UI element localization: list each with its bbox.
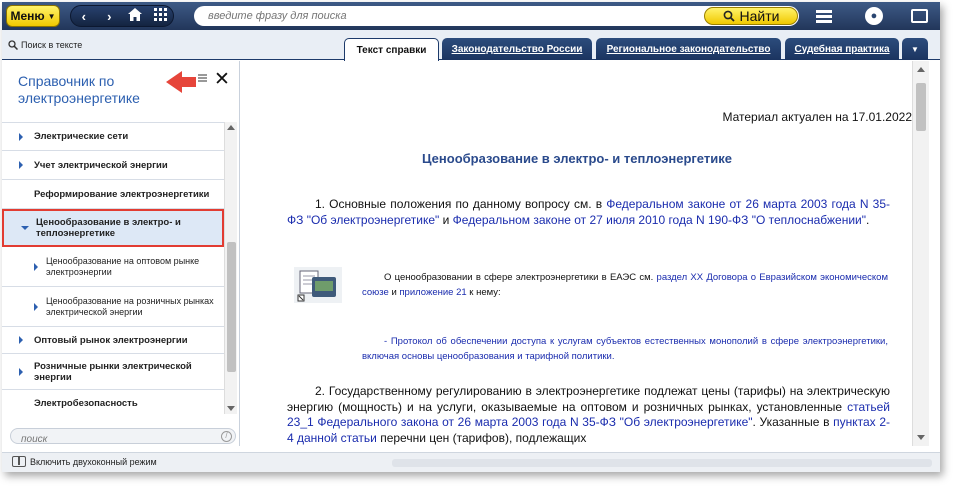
sidebar-item-label: Оптовый рынок электроэнергии bbox=[34, 334, 188, 346]
close-icon[interactable]: ✕ bbox=[214, 68, 230, 91]
sidebar-item-label: Электробезопасность bbox=[34, 398, 138, 409]
red-arrow-pointer-icon bbox=[166, 71, 196, 93]
grid-icon[interactable] bbox=[148, 8, 174, 24]
sidebar-item-retail-markets[interactable]: Розничные рынки электрической энергии bbox=[2, 354, 224, 390]
sidebar-item-label: Ценообразование на оптовом рынке электро… bbox=[46, 255, 200, 277]
sidebar-panel: Справочник по электроэнергетике ✕ Электр… bbox=[2, 61, 240, 446]
paragraph-eaes: О ценообразовании в сфере электроэнергет… bbox=[362, 270, 888, 300]
document-scrollbar[interactable] bbox=[912, 61, 929, 446]
blurred-status-area bbox=[392, 459, 932, 467]
sidebar-item-label: Электрические сети bbox=[34, 131, 129, 142]
chevron-down-icon: ▼ bbox=[911, 44, 919, 54]
text: О ценообразовании в сфере электроэнергет… bbox=[384, 272, 657, 283]
clear-icon[interactable]: / bbox=[221, 431, 232, 442]
sidebar-item-pricing[interactable]: Ценообразование в электро- и теплоэнерге… bbox=[2, 209, 224, 247]
expand-arrow-icon bbox=[19, 336, 23, 344]
text: 1. Основные положения по данному вопросу… bbox=[315, 197, 607, 211]
text: . Указанные в bbox=[752, 415, 834, 429]
sidebar-item-label: Ценообразование в электро- и теплоэнерге… bbox=[36, 217, 181, 239]
scroll-down-icon[interactable] bbox=[227, 406, 235, 411]
sidebar-item-label: Ценообразование на розничных рынках элек… bbox=[46, 295, 214, 317]
sidebar-item-label: Реформирование электроэнергетики bbox=[34, 188, 210, 200]
collapse-arrow-icon bbox=[21, 226, 29, 230]
eaes-documents-icon bbox=[294, 267, 342, 303]
status-bar: Включить двухоконный режим bbox=[2, 452, 940, 472]
expand-arrow-icon bbox=[19, 132, 23, 141]
paragraph-2: 2. Государственному регулированию в элек… bbox=[287, 384, 890, 446]
text: перечни цен (тарифов), подлежащих bbox=[376, 430, 587, 445]
text: и bbox=[439, 212, 453, 227]
expand-arrow-icon bbox=[19, 367, 23, 376]
sidebar-menu-icon[interactable] bbox=[198, 74, 207, 82]
sidebar-search-input[interactable] bbox=[21, 434, 201, 445]
tab-russian-legislation[interactable]: Законодательство России bbox=[442, 38, 592, 60]
app-window: Меню ▼ ‹ › Найти ● bbox=[2, 2, 940, 472]
forward-icon[interactable]: › bbox=[97, 9, 123, 24]
sidebar-item-wholesale-pricing[interactable]: Ценообразование на оптовом рынке электро… bbox=[2, 247, 224, 287]
nav-button-group: ‹ › bbox=[70, 5, 174, 27]
search-in-text-button[interactable]: Поиск в тексте bbox=[8, 40, 82, 50]
top-toolbar: Меню ▼ ‹ › Найти ● bbox=[2, 2, 940, 30]
scroll-down-icon[interactable] bbox=[917, 435, 925, 440]
tab-court-practice[interactable]: Судебная практика bbox=[785, 38, 899, 60]
magnifier-icon bbox=[8, 40, 18, 50]
sidebar-item-label: Учет электрической энергии bbox=[34, 159, 168, 171]
sidebar-item-energy-metering[interactable]: Учет электрической энергии bbox=[2, 151, 224, 180]
home-icon[interactable] bbox=[122, 8, 148, 24]
sidebar-scrollbar[interactable] bbox=[224, 122, 237, 414]
two-window-label: Включить двухоконный режим bbox=[30, 456, 157, 467]
expand-arrow-icon bbox=[34, 302, 38, 311]
tabs-more-button[interactable]: ▼ bbox=[902, 38, 928, 60]
scroll-thumb[interactable] bbox=[916, 83, 926, 131]
two-window-mode-toggle[interactable]: Включить двухоконный режим bbox=[12, 456, 157, 467]
text: и bbox=[388, 287, 400, 298]
search-icon bbox=[723, 10, 735, 22]
text: . bbox=[866, 212, 870, 227]
hamburger-menu-icon[interactable] bbox=[812, 5, 836, 27]
sidebar-item-electrical-safety[interactable]: Электробезопасность bbox=[2, 390, 224, 414]
text: 2. Государственному регулированию в элек… bbox=[287, 384, 890, 414]
scroll-up-icon[interactable] bbox=[917, 67, 925, 72]
tabs-bar: Поиск в тексте Текст справки Законодател… bbox=[2, 30, 940, 61]
two-window-icon bbox=[12, 456, 26, 467]
sidebar-item-electric-networks[interactable]: Электрические сети bbox=[2, 123, 224, 151]
sidebar-search: / bbox=[10, 428, 236, 445]
expand-arrow-icon bbox=[34, 262, 38, 271]
document-title: Ценообразование в электро- и теплоэнерге… bbox=[422, 151, 732, 166]
sidebar-tree: Электрические сети Учет электрической эн… bbox=[2, 122, 224, 414]
scroll-thumb[interactable] bbox=[227, 242, 236, 372]
caret-down-icon: ▼ bbox=[47, 11, 56, 21]
search-in-text-label: Поиск в тексте bbox=[21, 40, 83, 50]
chat-icon[interactable] bbox=[907, 5, 931, 27]
link-protocol[interactable]: - Протокол об обеспечении доступа к услу… bbox=[362, 334, 888, 364]
paragraph-1: 1. Основные положения по данному вопросу… bbox=[287, 197, 890, 228]
actual-date-note: Материал актуален на 17.01.2022 bbox=[722, 110, 912, 124]
expand-arrow-icon bbox=[19, 161, 23, 169]
search-button[interactable]: Найти bbox=[704, 7, 798, 25]
scroll-up-icon[interactable] bbox=[227, 125, 235, 130]
sidebar-item-wholesale-market[interactable]: Оптовый рынок электроэнергии bbox=[2, 327, 224, 354]
menu-button-label: Меню bbox=[10, 9, 45, 23]
sidebar-item-retail-pricing[interactable]: Ценообразование на розничных рынках элек… bbox=[2, 287, 224, 327]
search-input[interactable] bbox=[208, 7, 688, 25]
text: к нему: bbox=[466, 287, 501, 298]
document-view: Материал актуален на 17.01.2022 Ценообра… bbox=[242, 61, 912, 446]
link-federal-law-190[interactable]: Федеральном законе от 27 июля 2010 года … bbox=[453, 213, 866, 227]
sidebar-item-label: Розничные рынки электрической энергии bbox=[34, 360, 192, 383]
sidebar-item-reform[interactable]: Реформирование электроэнергетики bbox=[2, 180, 224, 209]
user-icon[interactable]: ● bbox=[862, 5, 886, 27]
tab-regional-legislation[interactable]: Региональное законодательство bbox=[596, 38, 781, 60]
menu-button[interactable]: Меню ▼ bbox=[6, 5, 60, 27]
link-appendix-21[interactable]: приложение 21 bbox=[399, 287, 466, 298]
tab-reference-text[interactable]: Текст справки bbox=[344, 38, 439, 61]
sidebar-title: Справочник по электроэнергетике bbox=[18, 73, 140, 106]
search-button-label: Найти bbox=[739, 8, 780, 24]
back-icon[interactable]: ‹ bbox=[71, 9, 97, 24]
